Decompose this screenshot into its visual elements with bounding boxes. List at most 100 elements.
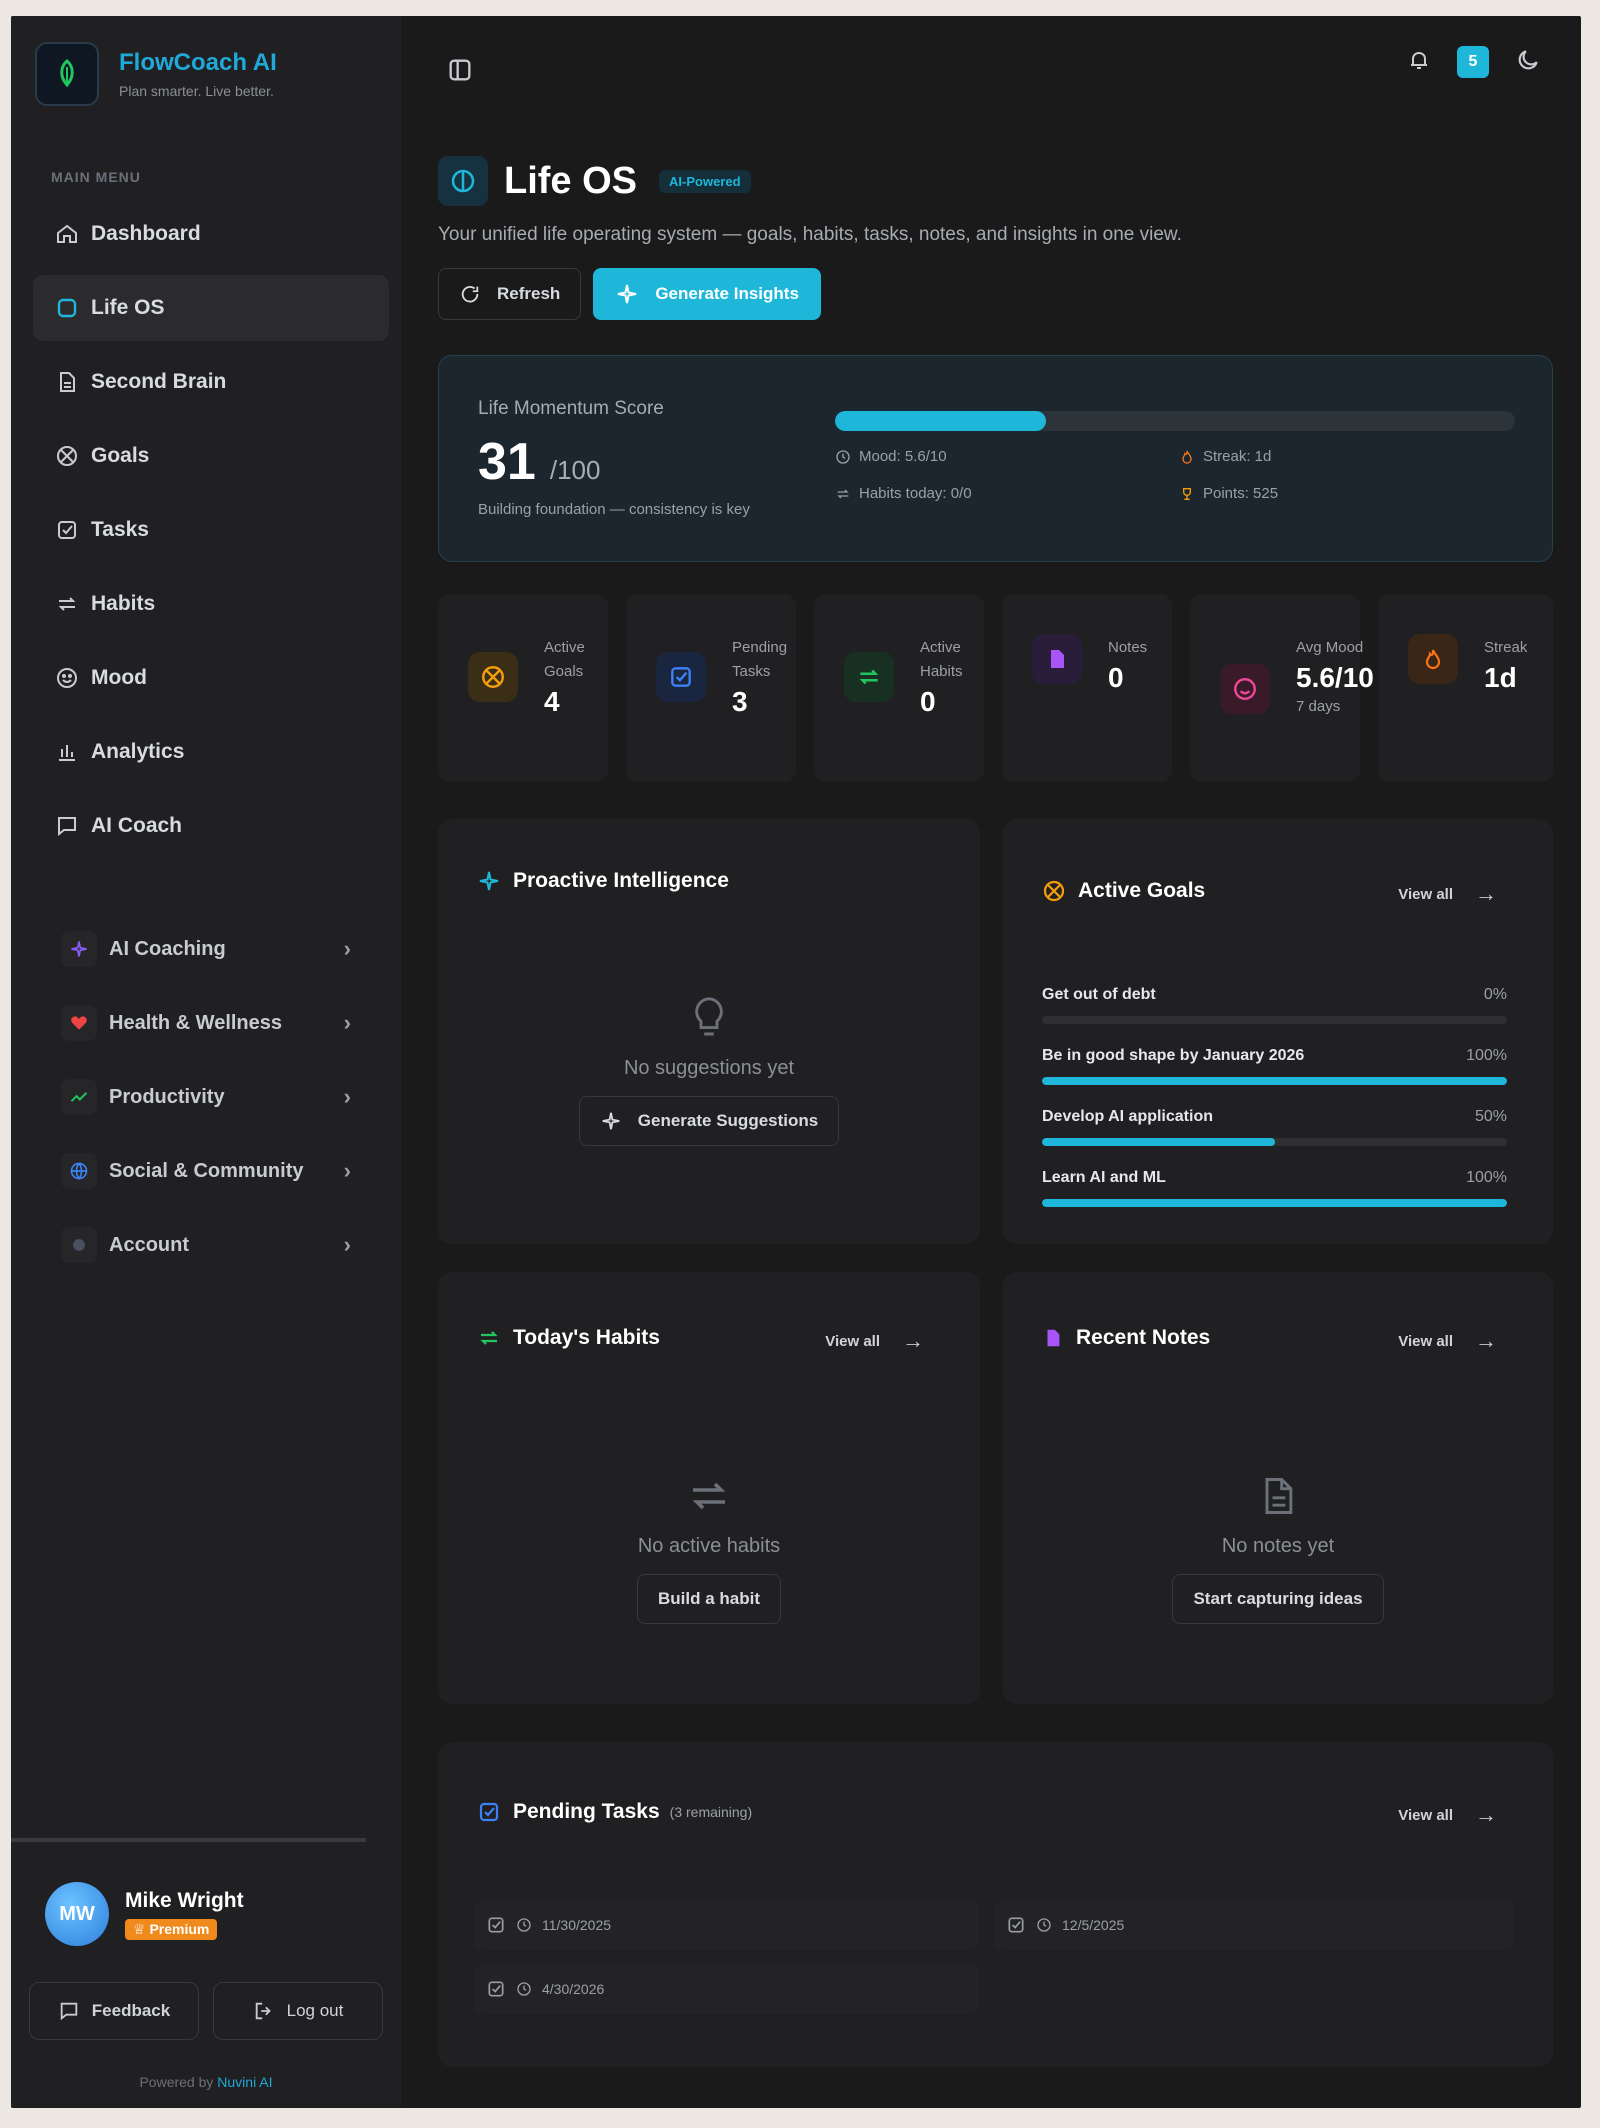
clock-icon xyxy=(517,1982,531,1996)
stat-label: Notes xyxy=(1108,639,1148,656)
stat-card-active-habits[interactable]: Active Habits 0 xyxy=(814,594,984,782)
stat-card-pending-tasks[interactable]: Pending Tasks 3 xyxy=(626,594,796,782)
notification-badge[interactable]: 5 xyxy=(1457,46,1489,78)
flame-icon xyxy=(1408,634,1458,684)
build-habit-button[interactable]: Build a habit xyxy=(637,1574,781,1624)
sidebar-groups: AI Coaching › Health & Wellness › Produc… xyxy=(61,916,361,1286)
refresh-button[interactable]: Refresh xyxy=(438,268,582,320)
goal-item[interactable]: Be in good shape by January 2026 100% xyxy=(1042,1047,1507,1085)
panel-toggle-icon xyxy=(449,59,471,81)
logout-label: Log out xyxy=(286,2001,344,2020)
stats-row: Active Goals 4 Pending Tasks 3 Active Ha… xyxy=(438,594,1553,782)
sidebar-item-life-os[interactable]: Life OS xyxy=(33,275,389,341)
goal-name: Be in good shape by January 2026 xyxy=(1042,1047,1305,1064)
empty-state-text: No suggestions yet xyxy=(623,1057,795,1079)
recent-notes-panel: Recent Notes View all → No notes yet Sta… xyxy=(1003,1272,1553,1704)
logout-button[interactable]: Log out xyxy=(213,1982,383,2040)
sidebar-item-ai-coach[interactable]: AI Coach xyxy=(33,793,389,859)
sidebar-item-tasks[interactable]: Tasks xyxy=(33,497,389,563)
generate-insights-button[interactable]: Generate Insights xyxy=(593,268,821,320)
feedback-button[interactable]: Feedback xyxy=(29,1982,199,2040)
sidebar-item-analytics[interactable]: Analytics xyxy=(33,719,389,785)
brand-name: FlowCoach AI xyxy=(119,49,277,76)
repeat-icon xyxy=(480,1331,498,1345)
stat-value: 4 xyxy=(544,686,560,717)
stat-label: Avg Mood xyxy=(1296,639,1364,656)
sidebar-item-dashboard[interactable]: Dashboard xyxy=(33,201,389,267)
gear-icon xyxy=(61,1227,97,1263)
sidebar-toggle-button[interactable] xyxy=(446,56,474,89)
stat-value: 3 xyxy=(732,686,748,717)
goal-item[interactable]: Learn AI and ML 100% xyxy=(1042,1169,1507,1207)
brand[interactable]: FlowCoach AI Plan smarter. Live better. xyxy=(35,42,277,106)
stat-label: Streak xyxy=(1484,639,1528,656)
smile-icon xyxy=(1220,664,1270,714)
habits-view-all-link[interactable]: View all → xyxy=(825,1328,924,1354)
checkbox-icon xyxy=(488,1981,504,1997)
panel-title: Today's Habits xyxy=(513,1326,660,1349)
brand-logo-icon xyxy=(35,42,99,106)
momentum-mood: Mood: 5.6/10 xyxy=(835,448,947,465)
notes-view-all-link[interactable]: View all → xyxy=(1398,1328,1497,1354)
premium-badge: ♕ Premium xyxy=(125,1918,218,1940)
life-momentum-card: Life Momentum Score 31 /100 Building fou… xyxy=(438,355,1553,562)
view-all-label: View all xyxy=(1398,1332,1453,1350)
momentum-points-text: Points: 525 xyxy=(1203,485,1279,502)
refresh-icon xyxy=(461,285,479,303)
powered-by-brand[interactable]: Nuvini AI xyxy=(217,2074,272,2090)
sidebar-item-mood[interactable]: Mood xyxy=(33,645,389,711)
chat-icon xyxy=(58,817,76,837)
page-subtitle: Your unified life operating system — goa… xyxy=(438,224,1182,245)
goal-name: Develop AI application xyxy=(1042,1108,1213,1125)
sidebar-group-account[interactable]: Account › xyxy=(61,1212,361,1278)
task-item[interactable]: 11/30/2025 xyxy=(474,1900,979,1950)
goal-progress-bar xyxy=(1042,1016,1507,1024)
sidebar-group-health-wellness[interactable]: Health & Wellness › xyxy=(61,990,361,1056)
sidebar-item-goals[interactable]: Goals xyxy=(33,423,389,489)
goal-percent: 0% xyxy=(1483,986,1507,1003)
tasks-view-all-link[interactable]: View all → xyxy=(1398,1802,1497,1828)
trending-icon xyxy=(61,1079,97,1115)
clock-icon xyxy=(1037,1918,1051,1932)
chevron-right-icon: › xyxy=(343,1084,351,1109)
stat-card-active-goals[interactable]: Active Goals 4 xyxy=(438,594,608,782)
document-icon xyxy=(60,372,75,392)
sidebar-group-label: Social & Community xyxy=(109,1159,304,1182)
goal-progress-bar xyxy=(1042,1199,1507,1207)
repeat-icon xyxy=(58,597,76,611)
task-item[interactable]: 4/30/2026 xyxy=(474,1964,979,2014)
start-capturing-button[interactable]: Start capturing ideas xyxy=(1172,1574,1384,1624)
target-icon xyxy=(1043,880,1065,902)
sidebar-group-ai-coaching[interactable]: AI Coaching › xyxy=(61,916,361,982)
sidebar-group-productivity[interactable]: Productivity › xyxy=(61,1064,361,1130)
goal-item[interactable]: Develop AI application 50% xyxy=(1042,1108,1507,1146)
sidebar-item-habits[interactable]: Habits xyxy=(33,571,389,637)
dark-mode-toggle[interactable] xyxy=(1515,47,1541,78)
checkbox-icon xyxy=(1008,1917,1024,1933)
sidebar-item-label: Mood xyxy=(91,666,147,689)
main-nav: Dashboard Life OS Second Brain Goals Tas… xyxy=(33,201,389,867)
stat-card-notes[interactable]: Notes 0 xyxy=(1002,594,1172,782)
checkbox-icon xyxy=(479,1802,499,1822)
clock-icon xyxy=(517,1918,531,1932)
sidebar: FlowCoach AI Plan smarter. Live better. … xyxy=(11,16,401,2108)
stat-card-streak[interactable]: Streak 1d xyxy=(1378,594,1553,782)
feedback-label: Feedback xyxy=(91,2001,171,2020)
goal-item[interactable]: Get out of debt 0% xyxy=(1042,986,1507,1024)
user-profile[interactable]: MW Mike Wright ♕ Premium xyxy=(45,1882,244,1946)
bar-chart-icon xyxy=(59,745,75,761)
bell-icon[interactable] xyxy=(1407,48,1431,77)
sidebar-item-label: Habits xyxy=(91,592,156,615)
stat-value: 0 xyxy=(920,686,936,717)
arrow-right-icon: → xyxy=(1475,881,1497,906)
goals-view-all-link[interactable]: View all → xyxy=(1398,881,1497,907)
chevron-right-icon: › xyxy=(343,1158,351,1183)
momentum-mood-text: Mood: 5.6/10 xyxy=(859,448,947,465)
task-item[interactable]: 12/5/2025 xyxy=(994,1900,1514,1950)
sidebar-item-second-brain[interactable]: Second Brain xyxy=(33,349,389,415)
sidebar-group-social-community[interactable]: Social & Community › xyxy=(61,1138,361,1204)
generate-suggestions-button[interactable]: Generate Suggestions xyxy=(578,1096,840,1146)
heart-icon xyxy=(61,1005,97,1041)
stat-card-avg-mood[interactable]: Avg Mood 5.6/10 7 days xyxy=(1190,594,1374,782)
premium-badge-label: Premium xyxy=(149,1920,210,1937)
